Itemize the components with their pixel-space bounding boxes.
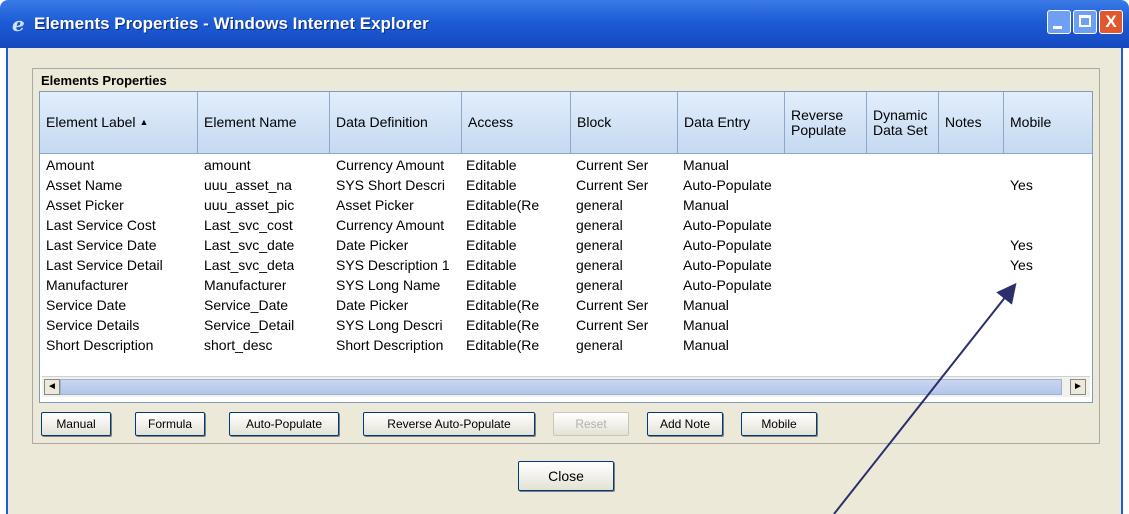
annotation-arrow	[833, 282, 1017, 514]
ie-window: e Elements Properties - Windows Internet…	[0, 0, 1129, 514]
